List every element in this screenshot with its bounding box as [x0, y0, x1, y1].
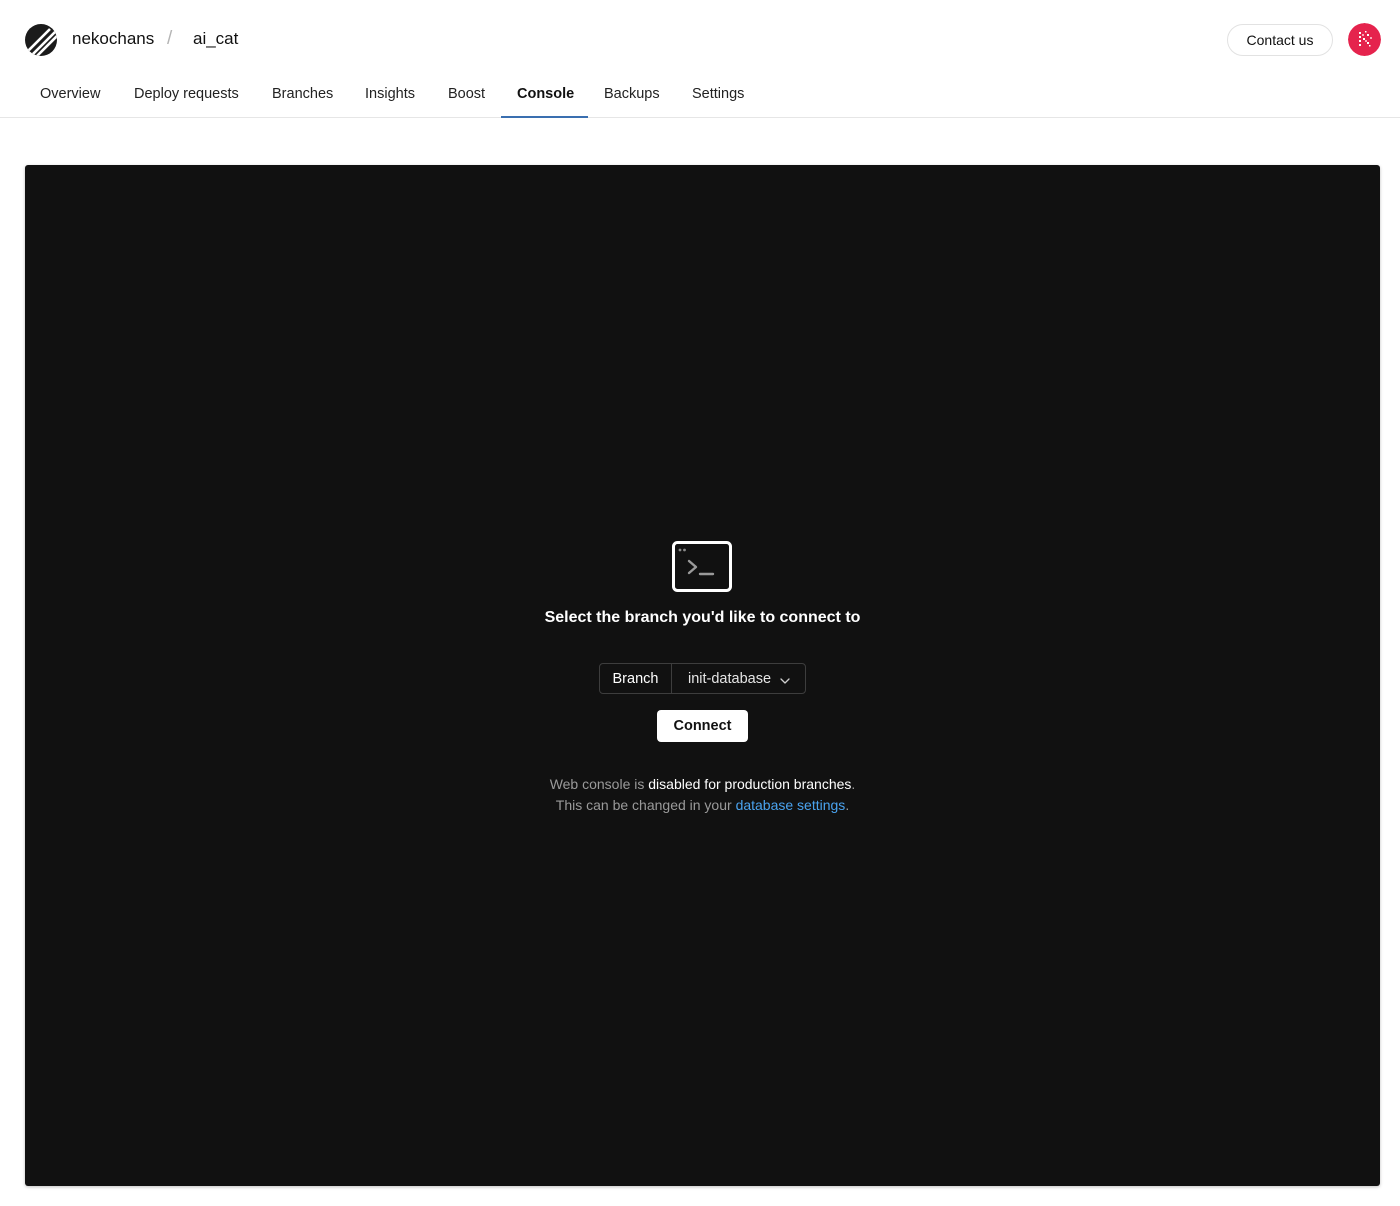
web-console-panel: Select the branch you'd like to connect … — [25, 165, 1380, 1186]
tab-overview[interactable]: Overview — [40, 78, 100, 118]
note-highlight: disabled for production branches — [648, 776, 852, 792]
avatar-icon[interactable] — [1348, 23, 1381, 56]
console-disabled-note: Web console is disabled for production b… — [25, 776, 1380, 792]
note-text: . — [845, 797, 850, 813]
branch-dropdown[interactable]: init-database — [672, 664, 805, 693]
database-tabs: Overview Deploy requests Branches Insigh… — [0, 78, 1400, 118]
tab-settings[interactable]: Settings — [692, 78, 744, 118]
chevron-down-icon — [780, 674, 790, 684]
terminal-icon — [672, 541, 732, 592]
console-settings-note: This can be changed in your database set… — [25, 797, 1380, 813]
note-text: . — [851, 776, 856, 792]
top-bar: nekochans / ai_cat Contact us — [0, 0, 1400, 78]
console-prompt-title: Select the branch you'd like to connect … — [544, 609, 861, 626]
connect-button[interactable]: Connect — [657, 710, 748, 742]
contact-us-button[interactable]: Contact us — [1227, 24, 1333, 56]
branch-dropdown-value: init-database — [688, 670, 772, 687]
branch-selector-label: Branch — [600, 664, 672, 693]
note-text: Web console is — [549, 776, 649, 792]
tab-console[interactable]: Console — [517, 78, 574, 118]
tab-branches[interactable]: Branches — [272, 78, 333, 118]
branch-selector[interactable]: Branch init-database — [599, 663, 806, 694]
tab-insights[interactable]: Insights — [365, 78, 415, 118]
breadcrumb-database[interactable]: ai_cat — [193, 29, 238, 49]
database-settings-link[interactable]: database settings — [736, 797, 846, 813]
planetscale-logo-icon[interactable] — [24, 23, 58, 57]
breadcrumb-org[interactable]: nekochans — [72, 29, 154, 49]
active-tab-indicator — [501, 116, 588, 118]
note-text: This can be changed in your — [555, 797, 736, 813]
tab-backups[interactable]: Backups — [604, 78, 660, 118]
breadcrumb-separator: / — [167, 28, 173, 49]
tab-deploy-requests[interactable]: Deploy requests — [134, 78, 239, 118]
tab-boost[interactable]: Boost — [448, 78, 485, 118]
